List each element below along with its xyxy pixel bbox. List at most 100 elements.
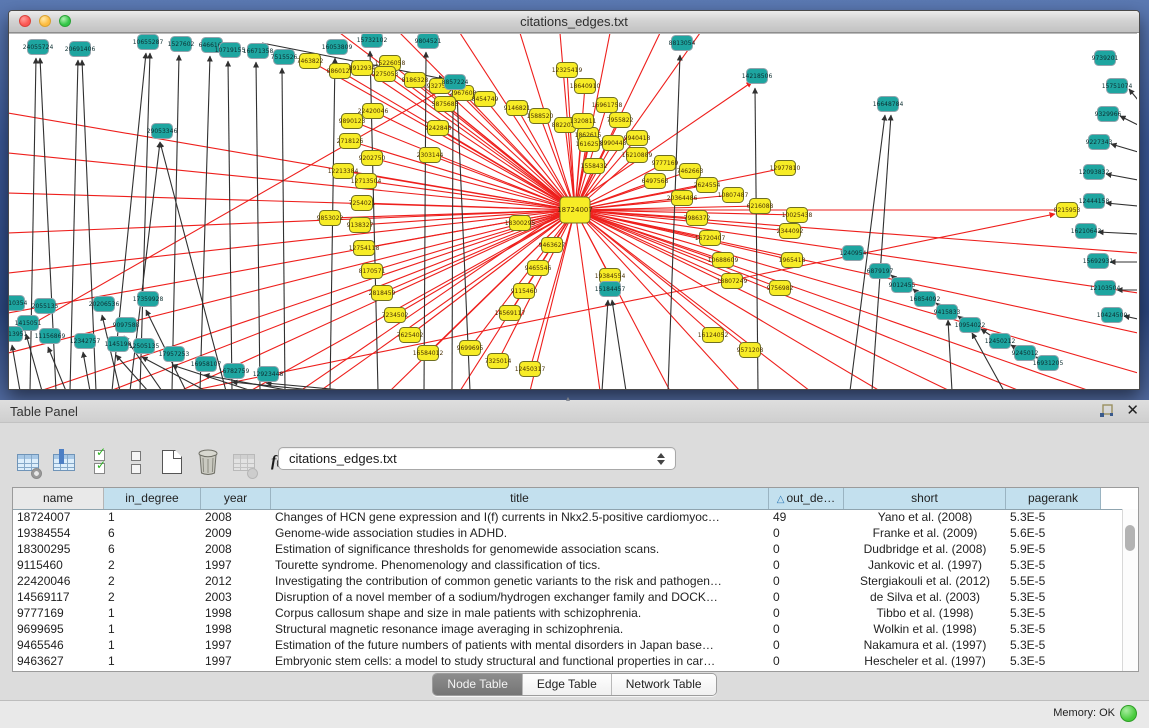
table-row[interactable]: 946362711997Embryonic stem cells: a mode… — [13, 653, 1123, 669]
table-cell[interactable]: 2008 — [201, 509, 271, 525]
table-cell[interactable]: 5.3E-5 — [1006, 557, 1101, 573]
table-row[interactable]: 2242004622012Investigating the contribut… — [13, 573, 1123, 589]
table-cell[interactable]: 5.3E-5 — [1006, 509, 1101, 525]
graph-edge-black[interactable] — [602, 300, 608, 389]
select-column-icon[interactable] — [50, 448, 77, 477]
table-cell[interactable]: 9463627 — [13, 653, 104, 669]
table-row[interactable]: 977716911998Corpus callosum shape and si… — [13, 605, 1123, 621]
graph-edge-black[interactable] — [228, 61, 232, 389]
table-cell[interactable]: 49 — [769, 509, 844, 525]
table-cell[interactable]: Disruption of a novel member of a sodium… — [271, 589, 769, 605]
table-cell[interactable]: Wolkin et al. (1998) — [844, 621, 1006, 637]
table-cell[interactable]: 0 — [769, 637, 844, 653]
table-cell[interactable]: Tourette syndrome. Phenomenology and cla… — [271, 557, 769, 573]
network-window-titlebar[interactable]: citations_edges.txt — [9, 11, 1139, 33]
column-header-short[interactable]: short — [844, 488, 1006, 509]
table-cell[interactable]: 2003 — [201, 589, 271, 605]
table-cell[interactable]: Structural magnetic resonance image aver… — [271, 621, 769, 637]
graph-edge-black[interactable] — [1098, 232, 1137, 234]
table-cell[interactable]: 18724007 — [13, 509, 104, 525]
table-cell[interactable]: 1 — [104, 653, 201, 669]
graph-edge-black[interactable] — [872, 115, 891, 389]
table-cell[interactable]: 19384554 — [13, 525, 104, 541]
table-cell[interactable]: Embryonic stem cells: a model to study s… — [271, 653, 769, 669]
scrollbar-thumb[interactable] — [1125, 525, 1135, 551]
tab-network-table[interactable]: Network Table — [612, 674, 716, 695]
new-table-icon[interactable] — [158, 448, 185, 477]
table-cell[interactable]: 1997 — [201, 557, 271, 573]
table-cell[interactable]: 14569117 — [13, 589, 104, 605]
table-vertical-scrollbar[interactable] — [1122, 509, 1138, 671]
select-all-icon[interactable]: ✓✓ — [86, 448, 113, 477]
table-cell[interactable]: Tibbo et al. (1998) — [844, 605, 1006, 621]
graph-edge-black[interactable] — [26, 334, 42, 389]
column-header-title[interactable]: title — [271, 488, 769, 509]
delete-table-icon[interactable] — [194, 448, 221, 477]
graph-edge-black[interactable] — [1106, 174, 1137, 180]
graph-edge-black[interactable] — [282, 68, 285, 389]
table-row[interactable]: 1456911722003Disruption of a novel membe… — [13, 589, 1123, 605]
table-cell[interactable]: 9777169 — [13, 605, 104, 621]
table-cell[interactable]: 6 — [104, 541, 201, 557]
table-cell[interactable]: 5.6E-5 — [1006, 525, 1101, 541]
graph-edge-black[interactable] — [370, 51, 378, 389]
table-cell[interactable]: 0 — [769, 525, 844, 541]
table-cell[interactable]: Nakamura et al. (1997) — [844, 637, 1006, 653]
graph-edge-black[interactable] — [200, 56, 210, 389]
table-cell[interactable]: Estimation of the future numbers of pati… — [271, 637, 769, 653]
table-cell[interactable]: Investigating the contribution of common… — [271, 573, 769, 589]
table-cell[interactable]: 9115460 — [13, 557, 104, 573]
table-cell[interactable]: 1 — [104, 621, 201, 637]
column-header-outde[interactable]: △out_de… — [769, 488, 844, 509]
graph-edge-black[interactable] — [256, 62, 260, 389]
table-row[interactable]: 946554611997Estimation of the future num… — [13, 637, 1123, 653]
table-cell[interactable]: 5.5E-5 — [1006, 573, 1101, 589]
table-cell[interactable]: 6 — [104, 525, 201, 541]
close-panel-icon[interactable]: ✕ — [1126, 402, 1139, 420]
table-cell[interactable]: 1997 — [201, 653, 271, 669]
graph-edge-red[interactable] — [352, 121, 575, 210]
table-row[interactable]: 911546021997Tourette syndrome. Phenomeno… — [13, 557, 1123, 573]
table-cell[interactable]: 18300295 — [13, 541, 104, 557]
tab-edge-table[interactable]: Edge Table — [523, 674, 612, 695]
table-cell[interactable]: 5.3E-5 — [1006, 621, 1101, 637]
graph-edge-black[interactable] — [1111, 144, 1137, 152]
table-cell[interactable]: 9699695 — [13, 621, 104, 637]
table-cell[interactable]: 2 — [104, 557, 201, 573]
table-cell[interactable]: 1 — [104, 509, 201, 525]
column-header-name[interactable]: name — [13, 488, 104, 509]
table-row[interactable]: 969969511998Structural magnetic resonanc… — [13, 621, 1123, 637]
graph-edge-red[interactable] — [373, 111, 575, 210]
table-cell[interactable]: 5.3E-5 — [1006, 589, 1101, 605]
table-cell[interactable]: Changes of HCN gene expression and I(f) … — [271, 509, 769, 525]
graph-edge-black[interactable] — [612, 300, 626, 389]
table-cell[interactable]: Jankovic et al. (1997) — [844, 557, 1006, 573]
table-cell[interactable]: Stergiakouli et al. (2012) — [844, 573, 1006, 589]
table-cell[interactable]: Estimation of significance thresholds fo… — [271, 541, 769, 557]
unselect-rows-icon[interactable] — [122, 448, 149, 477]
table-cell[interactable]: 9465546 — [13, 637, 104, 653]
float-panel-icon[interactable] — [1099, 404, 1114, 419]
table-cell[interactable]: Franke et al. (2009) — [844, 525, 1006, 541]
table-cell[interactable]: 5.9E-5 — [1006, 541, 1101, 557]
table-cell[interactable]: 0 — [769, 605, 844, 621]
table-cell[interactable]: 2008 — [201, 541, 271, 557]
table-row[interactable]: 1830029562008Estimation of significance … — [13, 541, 1123, 557]
table-cell[interactable]: 1998 — [201, 605, 271, 621]
table-cell[interactable]: Yano et al. (2008) — [844, 509, 1006, 525]
table-cell[interactable]: 5.3E-5 — [1006, 637, 1101, 653]
graph-edge-red[interactable] — [410, 210, 575, 335]
network-window[interactable]: citations_edges.txt 18724007746382288601… — [8, 10, 1140, 390]
split-divider-handle[interactable]: ▴ — [566, 394, 570, 403]
table-cell[interactable]: 1998 — [201, 621, 271, 637]
table-cell[interactable]: Genome-wide association studies in ADHD. — [271, 525, 769, 541]
graph-edge-black[interactable] — [1120, 116, 1137, 125]
network-table-select[interactable]: citations_edges.txt — [278, 447, 676, 470]
graph-edge-black[interactable] — [1106, 203, 1137, 206]
column-header-pagerank[interactable]: pagerank — [1006, 488, 1101, 509]
table-cell[interactable]: 0 — [769, 573, 844, 589]
table-cell[interactable]: 0 — [769, 541, 844, 557]
table-cell[interactable]: 2 — [104, 589, 201, 605]
graph-edge-black[interactable] — [83, 352, 90, 389]
table-cell[interactable]: 5.3E-5 — [1006, 653, 1101, 669]
